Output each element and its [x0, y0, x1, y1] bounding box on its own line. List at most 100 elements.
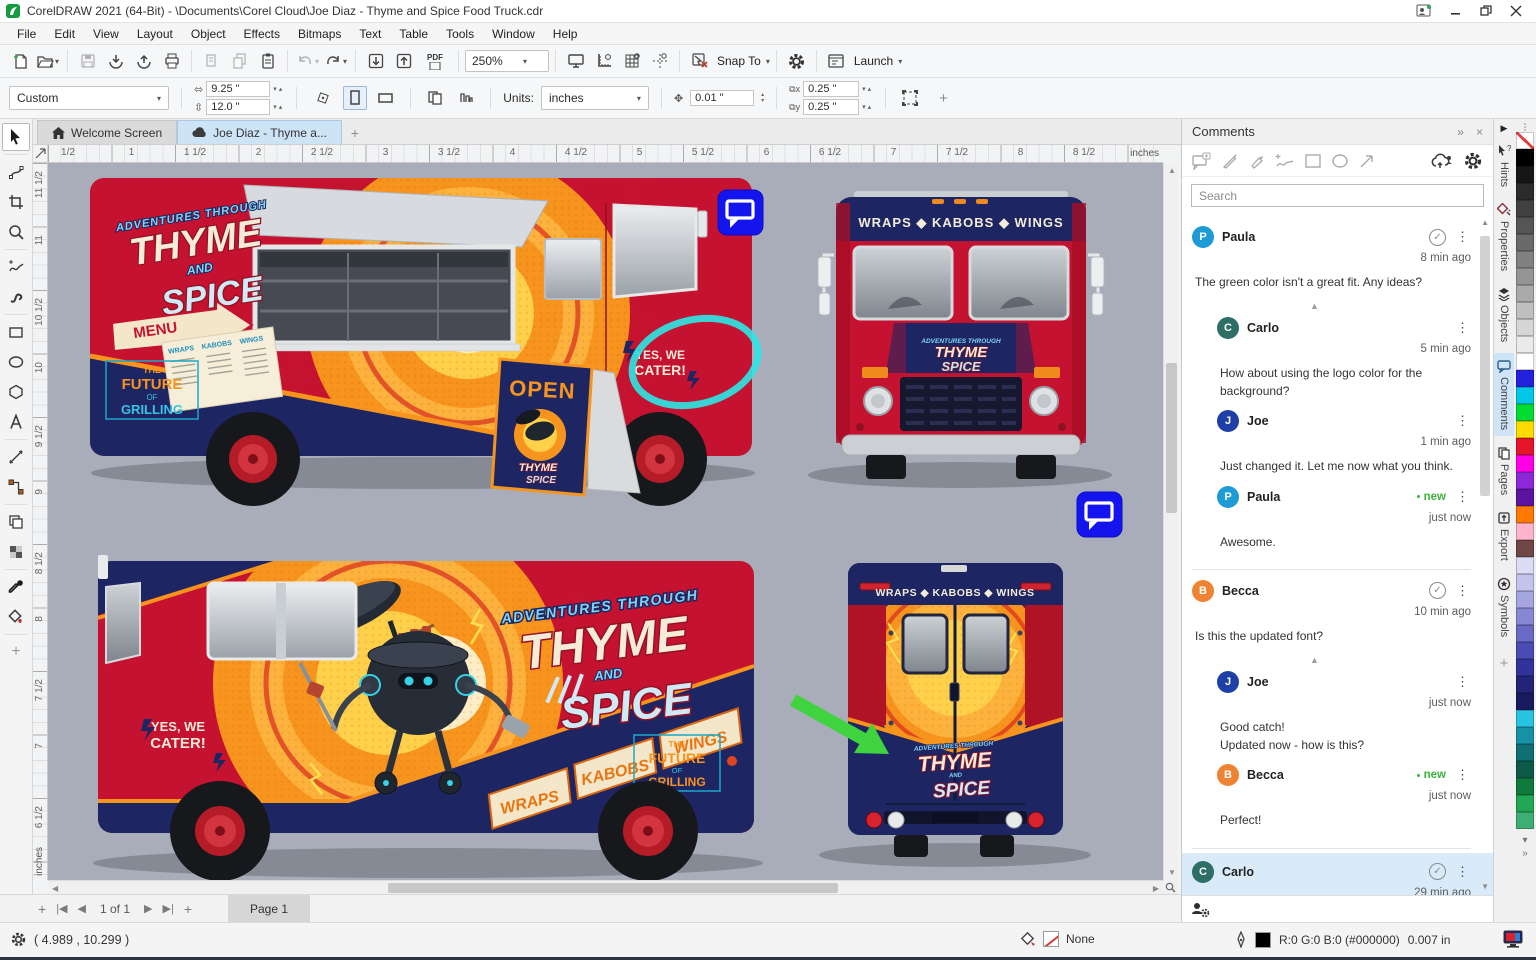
publish-to-pdf-button[interactable]: PDF [418, 48, 452, 74]
crop-tool[interactable] [2, 188, 30, 216]
color-swatch[interactable] [1516, 166, 1534, 183]
units-combobox[interactable]: inches▾ [541, 86, 649, 110]
polygon-tool[interactable] [2, 378, 30, 406]
vertical-scrollbar[interactable]: ▲ ▼ [1163, 163, 1178, 880]
color-swatch[interactable] [1516, 472, 1534, 489]
truck-rear[interactable]: WRAPS ◆ KABOBS ◆ WINGS ADVENTURES THROUG… [819, 563, 1091, 867]
resolve-icon[interactable]: ✓ [1429, 582, 1446, 599]
drawing-canvas[interactable]: ADVENTURES THROUGH THYME AND SPICE MENU … [48, 163, 1163, 880]
view-rulers-toggle[interactable] [590, 48, 617, 74]
color-swatch[interactable] [1516, 557, 1534, 574]
connector-tool[interactable] [2, 473, 30, 501]
tab-document[interactable]: Joe Diaz - Thyme a... [177, 120, 342, 144]
import-button[interactable] [362, 48, 389, 74]
palette-scroll-down-icon[interactable]: ▾ [1522, 834, 1528, 847]
cut-button[interactable] [198, 48, 225, 74]
add-page-end-button[interactable]: + [184, 901, 192, 917]
export-button[interactable] [390, 48, 417, 74]
color-swatch[interactable] [1516, 574, 1534, 591]
portrait-button[interactable] [343, 86, 367, 110]
color-swatch[interactable] [1516, 642, 1534, 659]
menu-item[interactable]: Effects [235, 24, 289, 44]
collapse-panel-icon[interactable]: » [1457, 125, 1464, 139]
current-page-button[interactable] [454, 86, 478, 110]
options-gear-button[interactable] [783, 48, 810, 74]
rectangle-note-icon[interactable] [1304, 152, 1322, 170]
snap-to-label[interactable]: Snap To [717, 54, 761, 68]
paste-button[interactable] [254, 48, 281, 74]
restore-button[interactable] [1480, 5, 1492, 17]
color-swatch[interactable] [1516, 812, 1534, 829]
menu-item[interactable]: Bitmaps [289, 24, 350, 44]
color-swatch[interactable] [1516, 268, 1534, 285]
fill-color-icon[interactable] [1020, 931, 1036, 947]
comment-menu-icon[interactable]: ⋮ [1454, 229, 1471, 245]
outline-swatch[interactable] [1255, 932, 1271, 948]
color-swatch[interactable] [1516, 200, 1534, 217]
print-button[interactable] [158, 48, 185, 74]
color-swatch[interactable] [1516, 149, 1534, 166]
color-swatch[interactable] [1516, 727, 1534, 744]
horizontal-scrollbar[interactable]: ◀ ▶ [48, 880, 1163, 894]
page-preset-combobox[interactable]: Custom▾ [9, 86, 169, 110]
pick-tool[interactable] [2, 123, 30, 151]
color-swatch[interactable] [1516, 404, 1534, 421]
color-swatch[interactable] [1516, 132, 1534, 149]
color-swatch[interactable] [1516, 676, 1534, 693]
menu-item[interactable]: View [84, 24, 128, 44]
color-swatch[interactable] [1516, 489, 1534, 506]
color-swatch[interactable] [1516, 795, 1534, 812]
color-swatch[interactable] [1516, 302, 1534, 319]
horizontal-ruler[interactable]: 1/211 1/222 1/233 1/244 1/255 1/266 1/27… [48, 145, 1163, 163]
docker-tab-export[interactable]: Export [1494, 505, 1515, 567]
highlighter-icon[interactable] [1248, 152, 1266, 170]
comment-menu-icon[interactable]: ⋮ [1454, 864, 1471, 880]
fill-swatch[interactable] [1043, 931, 1059, 947]
docker-expand-icon[interactable]: ▶ [1501, 123, 1508, 134]
comment-menu-icon[interactable]: ⋮ [1454, 767, 1471, 783]
resolve-icon[interactable]: ✓ [1429, 863, 1446, 880]
color-swatch[interactable] [1516, 336, 1534, 353]
chevron-down-icon[interactable]: ▾ [766, 57, 770, 66]
minimize-button[interactable] [1450, 5, 1462, 17]
copy-button[interactable] [226, 48, 253, 74]
comment-marker-2[interactable] [1077, 492, 1122, 537]
freehand-note-icon[interactable] [1275, 152, 1295, 170]
rectangle-tool[interactable] [2, 318, 30, 346]
docker-tab-comments[interactable]: Comments [1494, 353, 1515, 436]
docker-tab-hints[interactable]: ? Hints [1494, 138, 1515, 193]
color-swatch[interactable] [1516, 387, 1534, 404]
add-docker-icon[interactable]: + [1500, 655, 1509, 672]
ellipse-note-icon[interactable] [1331, 152, 1349, 170]
freehand-tool[interactable] [2, 253, 30, 281]
page-width-field[interactable]: 9.25 " [206, 81, 270, 97]
add-note-icon[interactable] [1192, 152, 1212, 170]
prev-page-button[interactable]: ◀ [78, 902, 86, 915]
artistic-media-tool[interactable] [2, 283, 30, 311]
palette-expand-icon[interactable]: » [1522, 847, 1528, 860]
add-tool-button[interactable]: + [2, 638, 30, 666]
redo-button[interactable]: ▾ [322, 48, 349, 74]
launch-icon[interactable] [823, 48, 850, 74]
status-gear-icon[interactable] [10, 931, 27, 948]
truck-side-bottom[interactable]: ADVENTURES THROUGH THYME AND SPICE WRAPS… [93, 508, 763, 880]
color-swatch[interactable] [1516, 319, 1534, 336]
comment-menu-icon[interactable]: ⋮ [1454, 583, 1471, 599]
zoom-corner-button[interactable] [1163, 880, 1178, 894]
close-panel-icon[interactable]: × [1476, 125, 1483, 139]
ellipse-tool[interactable] [2, 348, 30, 376]
view-grid-toggle[interactable] [618, 48, 645, 74]
chevron-down-icon[interactable]: ▾ [898, 57, 902, 66]
palette-grip-icon[interactable] [1524, 122, 1526, 132]
all-pages-button[interactable] [423, 86, 447, 110]
color-swatch[interactable] [1516, 217, 1534, 234]
zoom-tool[interactable] [2, 218, 30, 246]
snap-off-button[interactable] [686, 48, 713, 74]
new-document-button[interactable] [6, 48, 33, 74]
view-guidelines-toggle[interactable] [646, 48, 673, 74]
color-swatch[interactable] [1516, 608, 1534, 625]
close-button[interactable] [1510, 5, 1522, 17]
comment-marker-1[interactable] [718, 190, 763, 235]
eyedropper-tool[interactable] [2, 573, 30, 601]
comment-menu-icon[interactable]: ⋮ [1454, 489, 1471, 505]
